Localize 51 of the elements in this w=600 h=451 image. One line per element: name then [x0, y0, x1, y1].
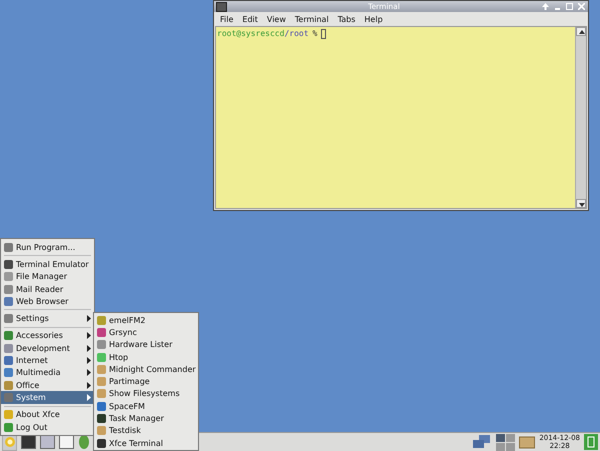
terminal-icon[interactable]	[21, 435, 36, 449]
workspace-switcher[interactable]	[496, 434, 516, 450]
pin-icon	[542, 3, 549, 10]
menu-item[interactable]: Htop	[94, 350, 198, 364]
menu-item[interactable]: Settings	[1, 312, 94, 325]
menu-item[interactable]: File	[220, 14, 234, 24]
menu-item[interactable]: Office	[1, 378, 94, 392]
menu-item[interactable]: Log Out	[1, 420, 94, 434]
menu-item[interactable]: Web Browser	[1, 295, 94, 308]
prompt-symbol: %	[312, 29, 318, 38]
close-button[interactable]	[577, 3, 586, 10]
menu-item[interactable]: Mail Reader	[1, 282, 94, 296]
network-icon[interactable]	[472, 434, 492, 450]
menu-item[interactable]: Accessories	[1, 330, 94, 342]
menu-item[interactable]: Internet	[1, 354, 94, 367]
menu-item[interactable]: Midnight Commander	[94, 363, 198, 376]
scrollbar[interactable]	[575, 27, 586, 208]
menu-item[interactable]: Terminal	[294, 14, 329, 24]
folder-icon[interactable]	[519, 435, 536, 449]
prompt-path: /root	[284, 29, 309, 38]
menu-item[interactable]: About Xfce	[1, 408, 94, 421]
exit-icon[interactable]	[584, 434, 598, 450]
maximize-icon	[566, 3, 573, 10]
menu-item[interactable]: Grsync	[94, 326, 198, 339]
menu-item[interactable]: Partimage	[94, 375, 198, 388]
menu-item[interactable]: Development	[1, 342, 94, 354]
menu-item[interactable]: Tabs	[338, 14, 356, 24]
terminal-icon	[216, 2, 227, 12]
menu-item[interactable]: Help	[364, 14, 383, 24]
menu-item[interactable]: Hardware Lister	[94, 338, 198, 351]
menu-item[interactable]: Task Manager	[94, 412, 198, 425]
menu-item[interactable]: Testdisk	[94, 424, 198, 437]
text-cursor	[321, 29, 326, 39]
menu-item[interactable]: Run Program...	[1, 241, 94, 254]
menu-item[interactable]: Xfce Terminal	[94, 436, 198, 450]
menu-item[interactable]: Multimedia	[1, 366, 94, 379]
close-icon	[578, 3, 585, 10]
sun-icon	[4, 436, 16, 448]
menu-item[interactable]: File Manager	[1, 270, 94, 283]
scrollbar-thumb[interactable]	[576, 36, 586, 199]
menu-item[interactable]: View	[266, 14, 286, 24]
menu-item[interactable]: emelFM2	[94, 314, 198, 326]
menu-item[interactable]: Terminal Emulator	[1, 258, 94, 271]
menu-item[interactable]: Show Filesystems	[94, 388, 198, 400]
pin-button[interactable]	[541, 3, 550, 10]
menu-item[interactable]: System	[1, 391, 94, 404]
maximize-button[interactable]	[565, 3, 574, 10]
menu-item[interactable]: SpaceFM	[94, 400, 198, 412]
leaf-icon[interactable]	[78, 435, 90, 449]
menu-item[interactable]: Edit	[242, 14, 258, 24]
prompt-user-host: root@sysresccd	[217, 29, 284, 38]
